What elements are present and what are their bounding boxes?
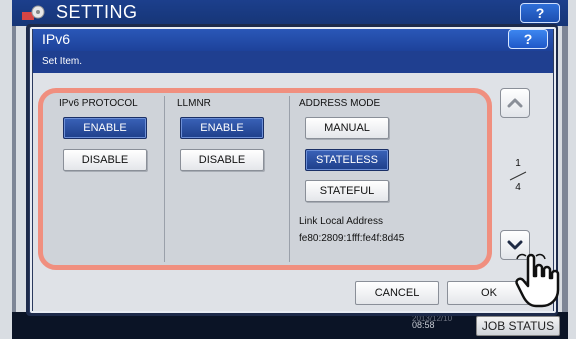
address-mode-label: ADDRESS MODE [299,98,381,109]
link-local-address-value: fe80:2809:1fff:fe4f:8d45 [299,233,405,244]
dialog-help-button[interactable]: ? [508,29,548,49]
pointer-hand-icon [515,253,560,308]
llmnr-enable-button[interactable]: ENABLE [180,117,264,139]
settings-panel-highlight [38,88,492,270]
current-page-number: 1 [515,158,521,169]
ipv6-protocol-disable-button[interactable]: DISABLE [63,149,147,171]
llmnr-disable-button[interactable]: DISABLE [180,149,264,171]
address-mode-stateful-button[interactable]: STATEFUL [305,180,389,202]
column-divider [289,96,290,262]
cancel-button[interactable]: CANCEL [355,281,439,305]
address-mode-manual-button[interactable]: MANUAL [305,117,389,139]
ipv6-protocol-label: IPv6 PROTOCOL [59,98,138,109]
background-right-strip [562,26,568,312]
background-left-strip [12,26,16,312]
page-separator [509,171,527,181]
job-status-button[interactable]: JOB STATUS [476,316,560,336]
dialog-title: IPv6 [42,31,71,47]
page-up-button[interactable] [500,88,530,118]
background-help-button[interactable]: ? [520,3,560,23]
column-divider [164,96,165,262]
total-pages-number: 4 [515,182,521,193]
address-mode-stateless-button[interactable]: STATELESS [305,149,389,171]
time-readout: 08:58 [412,320,435,330]
chevron-up-icon [507,98,523,108]
dialog-subtitle: Set Item. [42,56,83,67]
background-title: SETTING [56,2,138,22]
llmnr-label: LLMNR [177,98,211,109]
setting-app-icon [22,5,45,20]
ipv6-protocol-enable-button[interactable]: ENABLE [63,117,147,139]
link-local-address-label: Link Local Address [299,216,383,227]
dialog-subtitle-bar [33,51,553,73]
dialog-titlebar [33,29,553,51]
